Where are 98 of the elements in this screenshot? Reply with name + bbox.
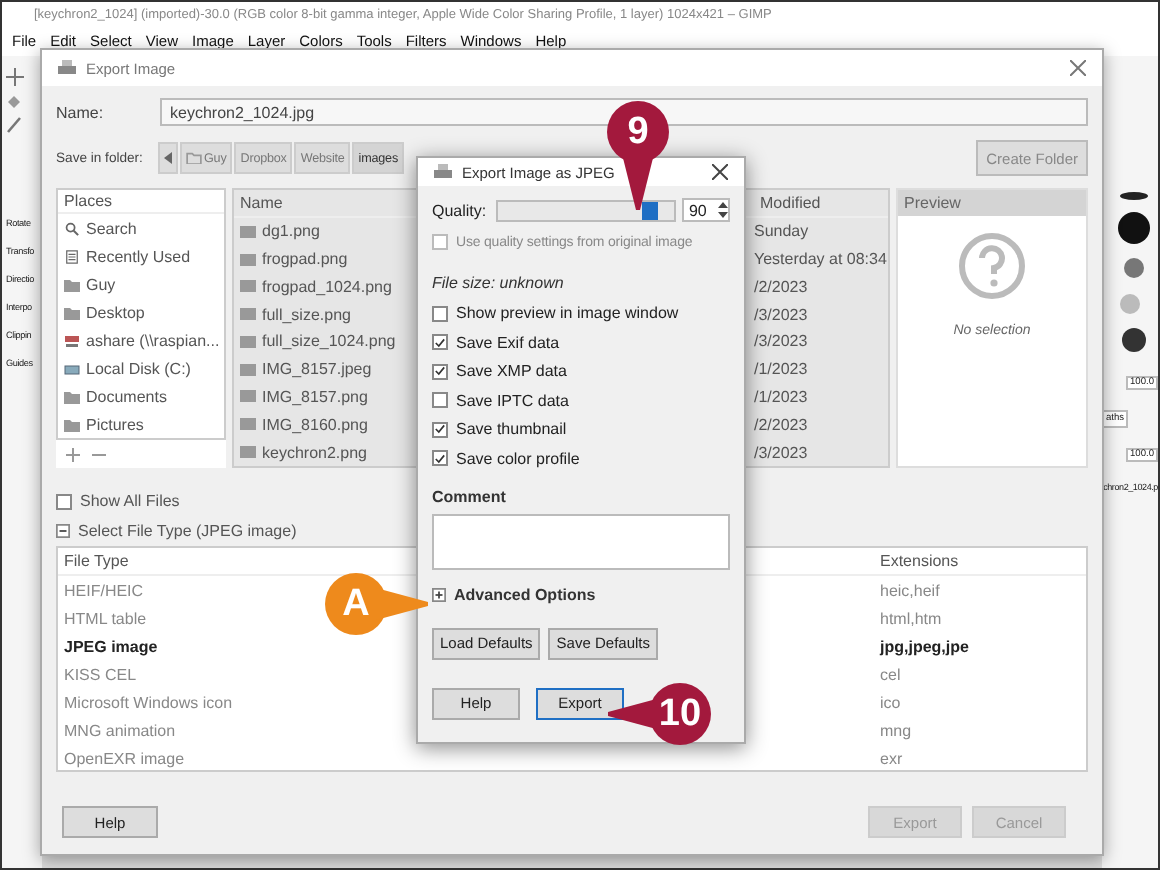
folder-icon [186,152,202,164]
file-type-name[interactable]: OpenEXR image [64,749,185,767]
file-extensions: html,htm [880,609,942,627]
modified-date: /2/2023 [754,415,810,434]
column-header[interactable]: Modified [760,193,882,212]
add-icon[interactable] [66,447,80,461]
file-name[interactable]: IMG_8160.png [262,415,368,434]
file-name[interactable]: frogpad_1024.png [262,277,392,296]
place-label: Desktop [86,303,145,321]
modified-date: /1/2023 [754,387,810,406]
place-label: Search [86,219,137,237]
file-name[interactable]: IMG_8157.png [262,387,368,406]
file-name[interactable]: dg1.png [262,222,320,241]
place-item[interactable]: Recently Used [58,242,224,270]
document-list-icon [64,249,80,263]
checkbox-label: Save Exif data [456,333,560,351]
place-item[interactable]: Pictures [58,410,224,438]
expander-label[interactable]: Advanced Options [454,585,596,603]
disk-drive-icon [64,361,80,375]
file-name[interactable]: frogpad.png [262,250,348,268]
checkbox-label: Save XMP data [456,362,567,380]
place-item[interactable]: Desktop [58,298,224,326]
file-name[interactable]: IMG_8157.jpeg [262,360,372,379]
file-type-name[interactable]: JPEG image [64,637,158,655]
checkbox[interactable] [432,363,448,379]
file-extensions: mng [880,721,912,739]
column-header[interactable]: File Type [64,552,880,570]
network-drive-icon [64,333,80,347]
expand-icon[interactable] [432,587,446,601]
checkbox[interactable] [432,305,448,321]
checkbox-label: Show All Files [80,492,180,510]
comment-field[interactable] [432,513,730,569]
expander-label[interactable]: Select File Type (JPEG image) [78,522,297,540]
file-extensions: heic,heif [880,581,940,599]
printer-icon [58,60,76,76]
comment-label: Comment [432,487,508,505]
checkbox-label: Save thumbnail [456,420,567,438]
file-extensions: exr [880,749,903,767]
quality-label: Quality: [432,201,489,219]
file-extensions: cel [880,665,901,683]
callout-label: 10 [658,695,702,733]
name-label: Name: [56,103,106,121]
spin-arrows-icon[interactable] [718,200,729,220]
place-label: Pictures [86,415,144,433]
back-button[interactable] [158,142,178,174]
file-type-name[interactable]: KISS CEL [64,665,137,683]
file-size-text: File size: unknown [432,274,566,292]
close-icon[interactable] [1070,60,1086,76]
file-name[interactable]: full_size.png [262,305,351,324]
column-header[interactable]: Places [58,190,224,214]
callout-label: A [342,585,370,623]
checkbox[interactable] [432,421,448,437]
quality-slider[interactable] [496,199,677,221]
move-tool-icon[interactable] [6,68,24,86]
quality-spinbox[interactable]: 90 [682,198,731,222]
file-type-name[interactable]: Microsoft Windows icon [64,693,233,711]
modified-date: /3/2023 [754,332,810,351]
file-type-name[interactable]: HEIF/HEIC [64,581,144,599]
modified-date: /1/2023 [754,360,810,379]
slider-thumb[interactable] [641,201,658,219]
checkbox-label: Show preview in image window [456,304,679,322]
modified-date: Yesterday at 08:34 [754,250,888,268]
bucket-tool-icon[interactable] [6,92,24,110]
left-arrow-icon [164,152,172,164]
place-item[interactable]: Search [58,214,224,242]
place-label: Documents [86,387,167,405]
modified-date: Sunday [754,222,811,241]
file-name[interactable]: full_size_1024.png [262,332,396,351]
checkbox[interactable] [432,450,448,466]
place-label: Guy [86,275,116,293]
checkbox-label: Save IPTC data [456,391,569,409]
place-item[interactable]: Guy [58,270,224,298]
file-type-name[interactable]: MNG animation [64,721,176,739]
file-extensions: ico [880,693,901,711]
file-extensions: jpg,jpeg,jpe [880,637,969,655]
close-icon[interactable] [712,164,728,180]
modified-date: /2/2023 [754,277,810,296]
modified-date: /3/2023 [754,305,810,324]
question-mark-icon [958,232,1026,300]
place-item[interactable]: Local Disk (C:) [58,354,224,382]
checkbox[interactable] [56,493,72,509]
place-item[interactable]: ashare (\\raspian... [58,326,224,354]
printer-icon [434,164,452,180]
pencil-tool-icon[interactable] [6,116,24,134]
collapse-icon[interactable] [56,524,70,538]
column-header[interactable]: Extensions [880,552,1086,570]
place-label: Recently Used [86,247,191,265]
checkbox[interactable] [432,334,448,350]
checkbox-label: Save color profile [456,449,580,467]
search-icon [64,221,80,235]
preview-header: Preview [898,190,1086,216]
place-label: Local Disk (C:) [86,359,191,377]
file-type-name[interactable]: HTML table [64,609,147,627]
modified-date: /3/2023 [754,443,810,462]
checkbox[interactable] [432,392,448,408]
file-name[interactable]: keychron2.png [262,443,367,462]
place-label: ashare (\\raspian... [86,331,220,349]
place-item[interactable]: Documents [58,382,224,410]
